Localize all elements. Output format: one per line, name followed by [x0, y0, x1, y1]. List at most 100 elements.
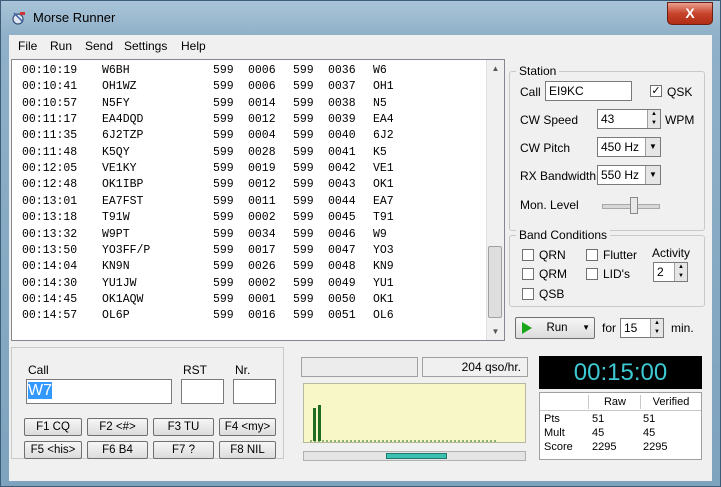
log-cell: 599: [213, 96, 234, 110]
log-cell: 00:14:30: [22, 276, 78, 290]
mon-level-label: Mon. Level: [520, 198, 579, 212]
log-cell: 0047: [328, 243, 356, 257]
log-cell: 0046: [328, 227, 356, 241]
log-cell: 599: [293, 276, 314, 290]
title-bar[interactable]: Morse Runner X: [1, 1, 721, 35]
log-scrollbar[interactable]: ▲ ▼: [486, 60, 504, 340]
entry-rst-input[interactable]: [181, 379, 224, 404]
f3-tu-button[interactable]: F3 TU: [153, 418, 214, 436]
log-cell: 599: [213, 227, 234, 241]
play-icon: [522, 322, 532, 334]
log-cell: 00:10:57: [22, 96, 78, 110]
log-cell: 599: [213, 243, 234, 257]
entry-call-input[interactable]: W7: [26, 379, 172, 404]
log-cell: EA4DQD: [102, 113, 144, 127]
log-cell: 0012: [248, 178, 276, 192]
f5-his-call-button[interactable]: F5 <his>: [24, 441, 82, 459]
log-cell: 599: [213, 194, 234, 208]
f1-cq-button[interactable]: F1 CQ: [24, 418, 82, 436]
f8-nil-button[interactable]: F8 NIL: [219, 441, 276, 459]
qsk-checkbox[interactable]: ✓: [650, 85, 662, 97]
log-cell: 6J2: [373, 129, 394, 143]
log-cell: EA7FST: [102, 194, 144, 208]
cw-speed-spinner[interactable]: ▲ ▼: [647, 110, 660, 128]
log-cell: 599: [213, 260, 234, 274]
menu-settings[interactable]: Settings: [124, 39, 167, 53]
log-cell: OK1IBP: [102, 178, 144, 192]
f2-exchange-button[interactable]: F2 <#>: [87, 418, 148, 436]
log-cell: 0051: [328, 309, 356, 323]
qrm-label: QRM: [539, 267, 567, 281]
log-cell: 0034: [248, 227, 276, 241]
run-minutes-input[interactable]: 15 ▲ ▼: [620, 318, 664, 338]
log-cell: 0006: [248, 80, 276, 94]
qsb-checkbox[interactable]: [522, 288, 534, 300]
log-cell: OH1: [373, 80, 394, 94]
log-cell: 0040: [328, 129, 356, 143]
chevron-down-icon[interactable]: ▼: [645, 166, 660, 184]
station-call-input[interactable]: EI9KC: [545, 81, 632, 101]
rx-bandwidth-select[interactable]: 550 Hz ▼: [597, 165, 661, 185]
log-cell: 0001: [248, 292, 276, 306]
scroll-thumb[interactable]: [488, 246, 502, 318]
log-cell: 599: [293, 243, 314, 257]
log-cell: 599: [293, 260, 314, 274]
menu-run[interactable]: Run: [50, 39, 72, 53]
run-dropdown-arrow-icon[interactable]: ▼: [582, 318, 590, 338]
scroll-up-arrow-icon[interactable]: ▲: [487, 60, 504, 77]
chevron-down-icon[interactable]: ▼: [645, 138, 660, 156]
lids-checkbox[interactable]: [586, 268, 598, 280]
log-cell: 00:11:35: [22, 129, 78, 143]
menu-file[interactable]: File: [18, 39, 37, 53]
cw-pitch-select[interactable]: 450 Hz ▼: [597, 137, 661, 157]
f6-b4-button[interactable]: F6 B4: [87, 441, 148, 459]
entry-panel: Call W7 RST Nr. F1 CQ F2 <#> F3 TU F4 <m…: [11, 347, 284, 459]
score-verified-mult: 45: [643, 427, 656, 439]
log-cell: VE1: [373, 162, 394, 176]
log-cell: YO3FF/P: [102, 243, 151, 257]
band-scope-graph: [310, 405, 497, 442]
close-icon: X: [685, 5, 695, 21]
qrm-checkbox[interactable]: [522, 268, 534, 280]
log-cell: OL6P: [102, 309, 130, 323]
log-cell: 0036: [328, 64, 356, 77]
menu-send[interactable]: Send: [85, 39, 113, 53]
mon-level-slider[interactable]: [602, 197, 660, 214]
qrn-checkbox[interactable]: [522, 249, 534, 261]
log-cell: 0050: [328, 292, 356, 306]
log-cell: 599: [213, 292, 234, 306]
band-scope[interactable]: [303, 383, 526, 443]
run-minutes-spinner[interactable]: ▲ ▼: [650, 319, 663, 337]
qso-log-list[interactable]: ▲ ▼ 00:10:19 W6BH 599 0006 599 0036 W6 00:10:41…: [11, 59, 505, 341]
band-scope-scrollbar[interactable]: [303, 451, 526, 461]
f4-my-call-button[interactable]: F4 <my>: [219, 418, 276, 436]
activity-spinner[interactable]: ▲ ▼: [674, 263, 687, 281]
log-cell: W9PT: [102, 227, 130, 241]
cw-speed-input[interactable]: 43 ▲ ▼: [597, 109, 661, 129]
log-cell: 0038: [328, 96, 356, 110]
log-cell: 599: [293, 292, 314, 306]
client-area: File Run Send Settings Help ▲ ▼ 00:10:19…: [9, 35, 712, 481]
log-cell: 0049: [328, 276, 356, 290]
band-scope-scroll-thumb[interactable]: [386, 453, 447, 459]
log-cell: EA4: [373, 113, 394, 127]
menu-help[interactable]: Help: [181, 39, 206, 53]
scroll-down-arrow-icon[interactable]: ▼: [487, 323, 504, 340]
log-cell: 00:13:32: [22, 227, 78, 241]
score-verified-score: 2295: [643, 441, 668, 453]
flutter-checkbox[interactable]: [586, 249, 598, 261]
log-cell: 00:14:45: [22, 292, 78, 306]
log-cell: 0026: [248, 260, 276, 274]
window-close-button[interactable]: X: [667, 2, 713, 25]
log-cell: 0037: [328, 80, 356, 94]
log-cell: 00:14:57: [22, 309, 78, 323]
run-button[interactable]: Run ▼: [515, 317, 595, 339]
log-cell: T91W: [102, 211, 130, 225]
f7-question-button[interactable]: F7 ?: [153, 441, 214, 459]
menu-bar: File Run Send Settings Help: [9, 35, 712, 57]
mon-level-slider-thumb[interactable]: [629, 197, 638, 214]
activity-input[interactable]: 2 ▲ ▼: [653, 262, 688, 282]
log-cell: 00:13:18: [22, 211, 78, 225]
entry-nr-input[interactable]: [233, 379, 276, 404]
score-table: Raw Verified Pts 51 51 Mult 45 45 Score …: [539, 392, 702, 460]
